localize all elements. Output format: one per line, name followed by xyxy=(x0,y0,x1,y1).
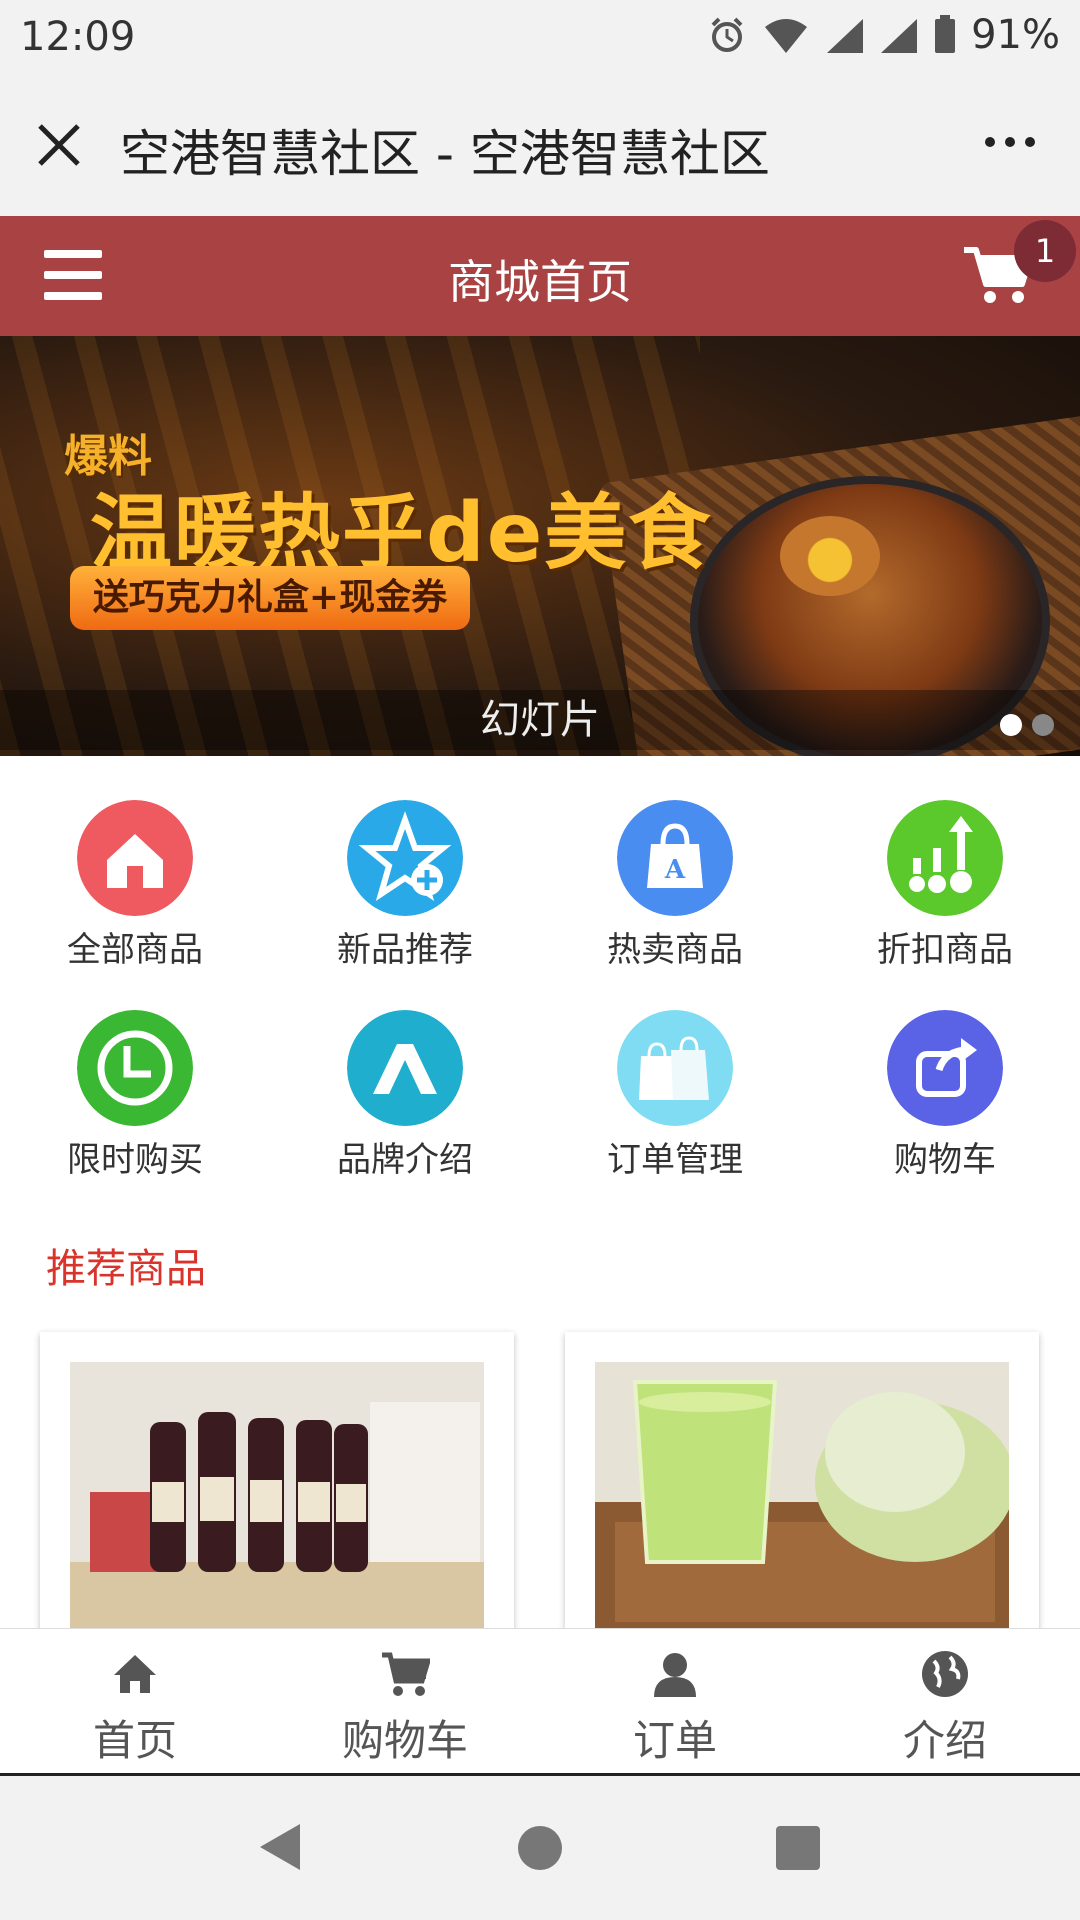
share-icon xyxy=(887,1010,1003,1126)
back-icon[interactable] xyxy=(256,1822,302,1872)
banner-promo-button: 送巧克力礼盒+现金券 xyxy=(70,566,470,630)
category-all-products[interactable]: 全部商品 xyxy=(0,786,270,986)
battery-icon xyxy=(935,15,956,53)
category-label: 订单管理 xyxy=(607,1140,743,1180)
house-icon xyxy=(77,800,193,916)
cart-icon xyxy=(382,1652,430,1696)
status-time: 12:09 xyxy=(20,14,136,60)
system-nav-bar xyxy=(0,1776,1080,1920)
tab-label: 介绍 xyxy=(902,1716,987,1765)
category-label: 限时购买 xyxy=(67,1140,203,1180)
page-title: 商城首页 xyxy=(448,255,632,309)
category-new-products[interactable]: 新品推荐 xyxy=(270,786,540,986)
category-label: 折扣商品 xyxy=(877,930,1013,970)
tab-label: 购物车 xyxy=(341,1716,468,1765)
category-label: 热卖商品 xyxy=(607,930,743,970)
clock-icon xyxy=(77,1010,193,1126)
growth-arrow-icon xyxy=(887,800,1003,916)
browser-title: 空港智慧社区 - 空港智慧社区 xyxy=(120,125,770,183)
close-icon[interactable] xyxy=(34,120,84,170)
category-brand-intro[interactable]: 品牌介绍 xyxy=(270,996,540,1196)
tab-cart[interactable]: 购物车 xyxy=(270,1629,540,1774)
home-button-icon[interactable] xyxy=(518,1826,562,1870)
category-limited-time[interactable]: 限时购买 xyxy=(0,996,270,1196)
category-order-management[interactable]: 订单管理 xyxy=(540,996,810,1196)
category-discount-products[interactable]: 折扣商品 xyxy=(810,786,1080,986)
bottom-tab-bar: 首页 购物车 订单 介绍 xyxy=(0,1628,1080,1776)
alarm-icon xyxy=(711,17,743,52)
wifi-icon xyxy=(765,19,808,53)
category-label: 全部商品 xyxy=(67,930,203,970)
category-shopping-cart[interactable]: 购物车 xyxy=(810,996,1080,1196)
carousel-dots xyxy=(1000,714,1054,736)
tab-intro[interactable]: 介绍 xyxy=(810,1629,1080,1774)
app-header: 商城首页 xyxy=(0,216,1080,336)
category-label: 购物车 xyxy=(894,1140,996,1180)
product-card-juice[interactable] xyxy=(565,1332,1039,1632)
svg-text:A: A xyxy=(664,855,686,885)
cart-count-badge: 1 xyxy=(1014,220,1076,282)
tab-orders[interactable]: 订单 xyxy=(540,1629,810,1774)
home-icon xyxy=(114,1655,156,1693)
tab-label: 首页 xyxy=(92,1716,177,1765)
shopping-bag-icon: A xyxy=(617,800,733,916)
wine-bottles-image xyxy=(70,1362,484,1632)
signal-icon-2 xyxy=(881,19,918,53)
banner-carousel[interactable]: 爆料 温暖热乎de美食 送巧克力礼盒+现金券 幻灯片 xyxy=(0,336,1080,756)
egg-image xyxy=(780,516,880,596)
banner-caption: 幻灯片 xyxy=(0,690,1080,750)
green-juice-image xyxy=(595,1362,1009,1632)
category-label: 新品推荐 xyxy=(337,930,473,970)
globe-icon xyxy=(922,1651,968,1697)
recommended-section-title: 推荐商品 xyxy=(46,1246,206,1292)
product-card-wine[interactable] xyxy=(40,1332,514,1632)
browser-bar: 空港智慧社区 - 空港智慧社区 xyxy=(0,74,1080,216)
category-hot-products[interactable]: A 热卖商品 xyxy=(540,786,810,986)
carousel-dot-1[interactable] xyxy=(1000,714,1022,736)
status-bar: 12:09 91% xyxy=(0,0,1080,74)
tab-label: 订单 xyxy=(632,1716,717,1765)
signal-icon xyxy=(827,19,864,53)
more-options-icon[interactable] xyxy=(980,122,1040,162)
star-plus-icon xyxy=(347,800,463,916)
battery-percent: 91% xyxy=(971,12,1060,58)
user-icon xyxy=(654,1653,696,1697)
category-label: 品牌介绍 xyxy=(337,1140,473,1180)
brand-icon xyxy=(347,1010,463,1126)
tab-home[interactable]: 首页 xyxy=(0,1629,270,1774)
recent-apps-icon[interactable] xyxy=(776,1826,820,1870)
bags-icon xyxy=(617,1010,733,1126)
carousel-dot-2[interactable] xyxy=(1032,714,1054,736)
